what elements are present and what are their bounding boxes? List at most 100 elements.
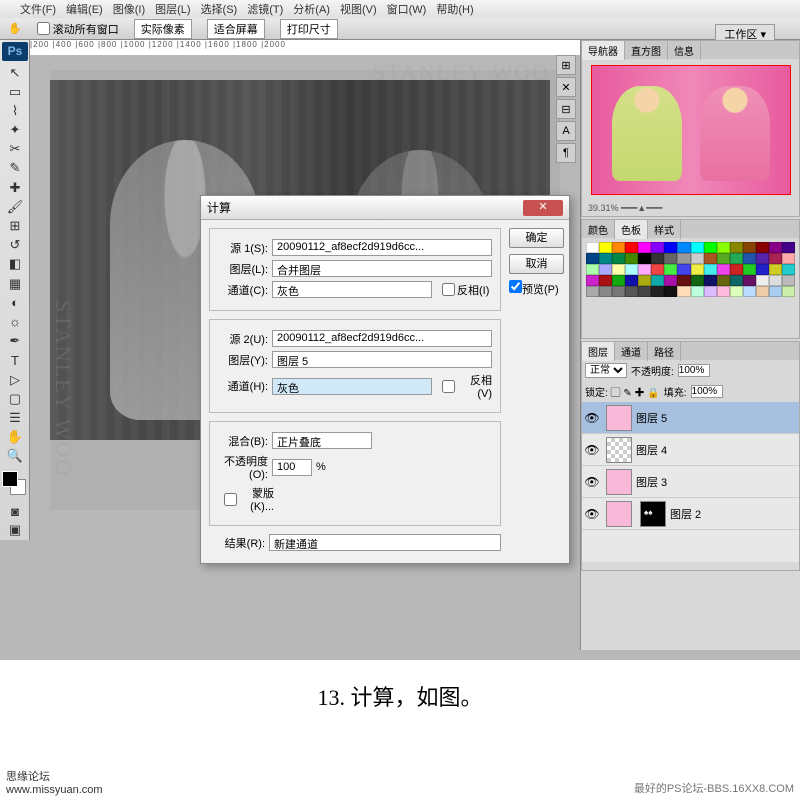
- swatch[interactable]: [677, 253, 690, 264]
- swatch[interactable]: [677, 275, 690, 286]
- marquee-tool[interactable]: ▭: [2, 83, 28, 100]
- swatch[interactable]: [756, 286, 769, 297]
- history-brush-tool[interactable]: ↺: [2, 237, 28, 254]
- swatch[interactable]: [651, 242, 664, 253]
- swatch[interactable]: [625, 286, 638, 297]
- swatch[interactable]: [717, 253, 730, 264]
- swatch[interactable]: [638, 242, 651, 253]
- swatch[interactable]: [638, 275, 651, 286]
- visibility-icon[interactable]: 👁: [582, 411, 602, 425]
- swatch[interactable]: [769, 286, 782, 297]
- swatch[interactable]: [782, 264, 795, 275]
- swatch[interactable]: [599, 264, 612, 275]
- swatch[interactable]: [730, 286, 743, 297]
- swatch[interactable]: [704, 264, 717, 275]
- swatch[interactable]: [756, 253, 769, 264]
- swatch[interactable]: [599, 275, 612, 286]
- lasso-tool[interactable]: ⌇: [2, 102, 28, 119]
- swatch[interactable]: [612, 242, 625, 253]
- swatch[interactable]: [664, 275, 677, 286]
- panel-icon-3[interactable]: ⊟: [556, 99, 576, 119]
- layer-row[interactable]: 👁图层 5: [582, 402, 799, 434]
- swatch[interactable]: [691, 242, 704, 253]
- wand-tool[interactable]: ✦: [2, 121, 28, 138]
- swatch[interactable]: [717, 275, 730, 286]
- swatch[interactable]: [625, 253, 638, 264]
- swatch[interactable]: [756, 264, 769, 275]
- menu-filter[interactable]: 滤镜(T): [247, 1, 283, 17]
- dodge-tool[interactable]: ☼: [2, 313, 28, 330]
- screenmode-tool[interactable]: ▣: [2, 522, 28, 539]
- src1-select[interactable]: 20090112_af8ecf2d919d6cc...: [272, 239, 492, 256]
- swatch[interactable]: [651, 253, 664, 264]
- zoom-tool[interactable]: 🔍: [2, 448, 28, 465]
- tab-layers[interactable]: 图层: [582, 342, 615, 361]
- move-tool[interactable]: ↖: [2, 64, 28, 81]
- ok-button[interactable]: 确定: [509, 228, 564, 248]
- invert1-checkbox[interactable]: 反相(I): [442, 282, 492, 298]
- swatch[interactable]: [664, 264, 677, 275]
- heal-tool[interactable]: ✚: [2, 179, 28, 196]
- notes-tool[interactable]: ☰: [2, 409, 28, 426]
- quickmask-tool[interactable]: ◙: [2, 503, 28, 520]
- fit-screen-button[interactable]: 适合屏幕: [207, 19, 265, 39]
- cancel-button[interactable]: 取消: [509, 254, 564, 274]
- swatch[interactable]: [769, 264, 782, 275]
- gradient-tool[interactable]: ▦: [2, 275, 28, 292]
- swatch[interactable]: [782, 253, 795, 264]
- swatch[interactable]: [612, 275, 625, 286]
- swatch[interactable]: [782, 242, 795, 253]
- swatch[interactable]: [586, 264, 599, 275]
- layer-row[interactable]: 👁图层 4: [582, 434, 799, 466]
- color-swatches[interactable]: [2, 471, 27, 497]
- tab-styles[interactable]: 样式: [648, 220, 681, 239]
- channel2-select[interactable]: 灰色: [272, 378, 432, 395]
- swatch[interactable]: [612, 286, 625, 297]
- brush-tool[interactable]: 🖌: [2, 198, 28, 215]
- layer-row[interactable]: 👁图层 2: [582, 498, 799, 530]
- channel1-select[interactable]: 灰色: [272, 281, 432, 298]
- swatch[interactable]: [638, 286, 651, 297]
- eyedropper-tool[interactable]: ✎: [2, 160, 28, 177]
- opacity-input[interactable]: [678, 364, 710, 377]
- blend-mode-select[interactable]: 正常: [585, 363, 627, 378]
- type-tool[interactable]: T: [2, 352, 28, 369]
- menu-image[interactable]: 图像(I): [113, 1, 145, 17]
- swatch[interactable]: [730, 242, 743, 253]
- opacity-input2[interactable]: 100: [272, 459, 312, 476]
- invert2-checkbox[interactable]: 反相(V): [442, 372, 492, 400]
- swatch[interactable]: [599, 286, 612, 297]
- swatch[interactable]: [586, 275, 599, 286]
- panel-icon-2[interactable]: ✕: [556, 77, 576, 97]
- menu-help[interactable]: 帮助(H): [436, 1, 473, 17]
- menu-window[interactable]: 窗口(W): [387, 1, 427, 17]
- menu-analysis[interactable]: 分析(A): [293, 1, 330, 17]
- swatch[interactable]: [769, 275, 782, 286]
- swatch[interactable]: [743, 242, 756, 253]
- mask-checkbox[interactable]: 蒙版(K)...: [224, 485, 274, 513]
- swatch[interactable]: [651, 286, 664, 297]
- print-size-button[interactable]: 打印尺寸: [280, 19, 338, 39]
- menu-edit[interactable]: 编辑(E): [66, 1, 103, 17]
- visibility-icon[interactable]: 👁: [582, 443, 602, 457]
- hand-icon[interactable]: ✋: [8, 22, 22, 35]
- navigator-thumbnail[interactable]: [591, 65, 791, 195]
- scroll-all-checkbox[interactable]: 滚动所有窗口: [37, 21, 119, 37]
- swatch[interactable]: [664, 286, 677, 297]
- swatch[interactable]: [782, 286, 795, 297]
- swatch[interactable]: [599, 253, 612, 264]
- tab-info[interactable]: 信息: [668, 41, 701, 60]
- swatch[interactable]: [704, 242, 717, 253]
- tab-paths[interactable]: 路径: [648, 342, 681, 361]
- pen-tool[interactable]: ✒: [2, 333, 28, 350]
- swatch[interactable]: [586, 242, 599, 253]
- swatch[interactable]: [743, 275, 756, 286]
- swatch[interactable]: [743, 264, 756, 275]
- menu-file[interactable]: 文件(F): [20, 1, 56, 17]
- tab-channels[interactable]: 通道: [615, 342, 648, 361]
- swatch[interactable]: [612, 253, 625, 264]
- menu-select[interactable]: 选择(S): [201, 1, 238, 17]
- tab-color[interactable]: 颜色: [582, 220, 615, 239]
- stamp-tool[interactable]: ⊞: [2, 217, 28, 234]
- swatch-grid[interactable]: [582, 238, 799, 301]
